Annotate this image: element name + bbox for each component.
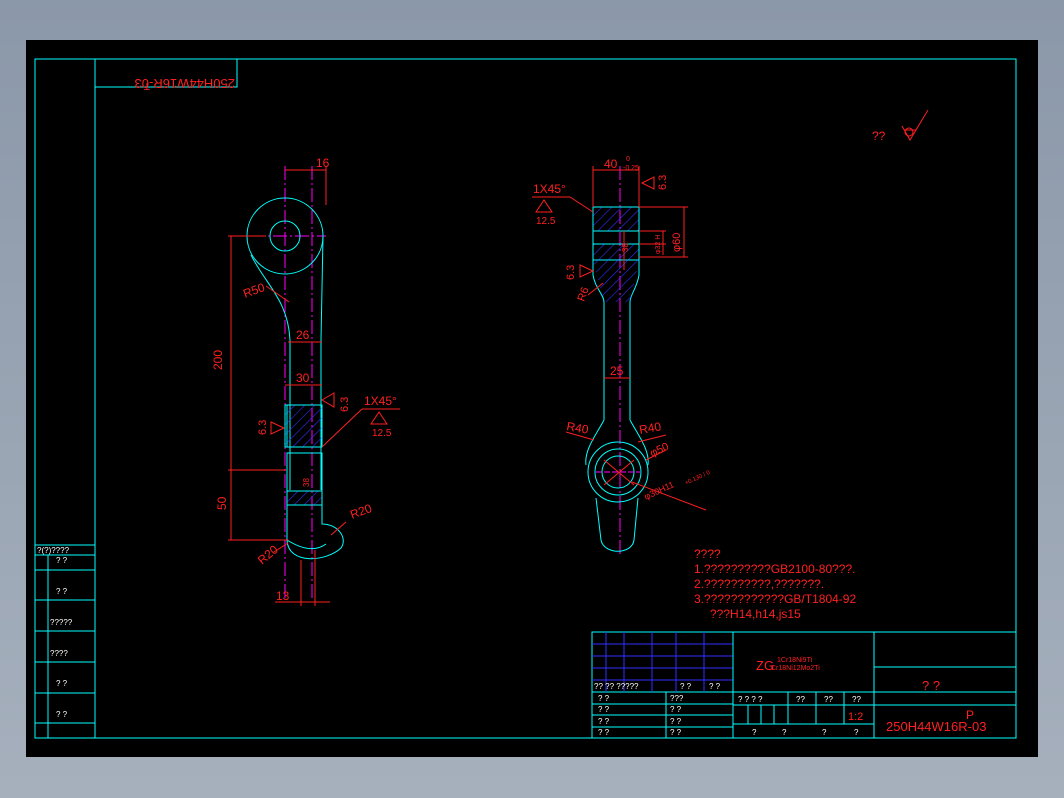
svg-text:????: ???? (50, 649, 68, 658)
cad-drawing: 250H44W16R-03 T ?? 38 16 200 50 R50 26 3… (34, 58, 1017, 739)
material-line-2: Cr18Ni12Mo2Ti (771, 665, 820, 672)
right-dim-25: 25 (610, 364, 624, 378)
left-dim-16: 16 (316, 156, 330, 170)
notes-line-3: 3.????????????GB/T1804-92 (694, 592, 856, 606)
svg-text:0: 0 (626, 156, 630, 163)
left-dim-r50: R50 (241, 280, 267, 301)
svg-text:??: ?? (824, 695, 833, 704)
mirrored-code-sub: T (144, 80, 150, 91)
right-dim-r40-b: R40 (638, 419, 662, 437)
general-roughness-label: ?? (872, 129, 886, 143)
technical-notes: ???? 1.??????????GB2100-80???. 2.???????… (694, 547, 856, 621)
left-dim-200: 200 (211, 350, 225, 370)
notes-line-4: ???H14,h14,js15 (710, 607, 801, 621)
right-view: 38 40 0 -0.25 6.3 1X45° 12.5 φ60 φ32 H 6… (532, 156, 712, 555)
roughness-circle-icon (904, 127, 914, 137)
svg-text:??: ?? (796, 695, 805, 704)
svg-text:? ?: ? ? (670, 728, 682, 737)
svg-text:? ? ? ?: ? ? ? ? (738, 695, 763, 704)
svg-text:?: ? (822, 728, 827, 737)
svg-text:??: ?? (852, 695, 861, 704)
left-rough-63-b: 6.3 (339, 397, 351, 412)
left-strip-header: ?(?)???? (37, 546, 70, 555)
svg-text:? ?: ? ? (56, 710, 68, 719)
svg-text:38: 38 (621, 243, 630, 252)
right-rough-63-side: 6.3 (565, 265, 577, 280)
svg-text:? ?: ? ? (670, 705, 682, 714)
svg-text:? ?: ? ? (598, 694, 610, 703)
left-dim-50: 50 (215, 496, 229, 510)
svg-text:? ?: ? ? (56, 679, 68, 688)
drawing-number: 250H44W16R-03 (886, 719, 986, 734)
svg-text:? ?: ? ? (56, 587, 68, 596)
notes-line-1: 1.??????????GB2100-80???. (694, 562, 855, 576)
svg-text:-0.25: -0.25 (623, 165, 639, 172)
right-tail (595, 497, 639, 552)
roughness-symbol-icon (901, 109, 929, 141)
notes-line-2: 2.??????????,???????. (694, 577, 824, 591)
left-rough-63-a: 6.3 (257, 420, 269, 435)
left-dim-30: 30 (296, 371, 310, 385)
left-dim-13: 13 (276, 589, 290, 603)
svg-text:?????: ????? (50, 618, 73, 627)
left-dim-r20-b: R20 (255, 542, 281, 567)
svg-text:? ?: ? ? (56, 556, 68, 565)
svg-text:38: 38 (302, 478, 311, 487)
scale: 1:2 (848, 711, 863, 723)
svg-text:? ?: ? ? (680, 682, 692, 691)
svg-text:?? ?? ?????: ?? ?? ????? (594, 682, 639, 691)
svg-text:?: ? (752, 728, 757, 737)
svg-text:? ?: ? ? (670, 717, 682, 726)
left-dim-r20-a: R20 (348, 501, 374, 522)
svg-text:? ?: ? ? (598, 717, 610, 726)
right-chamfer-rough: 12.5 (536, 216, 556, 227)
drawing-canvas: 250H44W16R-03 T ?? 38 16 200 50 R50 26 3… (26, 40, 1038, 757)
svg-text:???: ??? (670, 694, 684, 703)
svg-text:? ?: ? ? (709, 682, 721, 691)
right-dim-40: 40 (604, 157, 618, 171)
notes-title: ???? (694, 547, 721, 561)
right-dim-inner: φ32 H (655, 235, 662, 254)
svg-text:? ?: ? ? (598, 705, 610, 714)
right-dim-bore: φ30H11 (643, 479, 676, 501)
left-chamfer: 1X45° (364, 394, 397, 408)
svg-text:+0.130 / 0: +0.130 / 0 (684, 470, 711, 487)
part-name: ? ? (922, 678, 940, 693)
left-view: 38 16 200 50 R50 26 30 6.3 6.3 1X45° 12.… (211, 156, 400, 606)
inner-frame (94, 58, 1017, 739)
outer-frame (34, 58, 1017, 739)
right-dim-phi60: φ60 (671, 233, 683, 252)
left-chamfer-rough: 12.5 (372, 428, 392, 439)
right-rough-63-top: 6.3 (657, 175, 669, 190)
right-chamfer: 1X45° (533, 182, 566, 196)
material-line-1: 1Cr18Ni9Ti (777, 657, 813, 664)
svg-text:? ?: ? ? (598, 728, 610, 737)
left-collar (284, 404, 323, 448)
right-top-hatch (592, 206, 640, 232)
svg-text:?: ? (854, 728, 859, 737)
svg-text:?: ? (782, 728, 787, 737)
left-lower-hatch (286, 490, 323, 506)
right-dim-r40-a: R40 (565, 419, 589, 437)
left-dim-26: 26 (296, 328, 310, 342)
